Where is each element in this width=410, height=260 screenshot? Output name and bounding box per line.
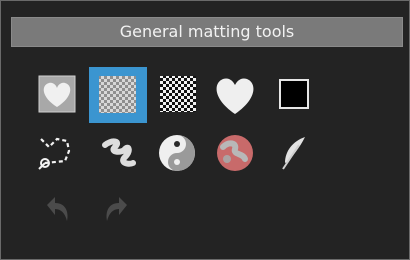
yin-yang-tool-button[interactable] xyxy=(151,129,203,181)
feather-icon xyxy=(282,137,305,170)
undo-icon xyxy=(47,197,68,221)
black-square-icon xyxy=(279,79,309,109)
yin-yang-icon xyxy=(159,135,195,171)
redo-icon xyxy=(106,197,127,221)
heart-on-gray-tool-button[interactable] xyxy=(31,69,83,121)
red-mask-sphere-icon xyxy=(217,135,253,171)
panel-title: General matting tools xyxy=(11,17,403,47)
polygon-lasso-icon xyxy=(38,137,71,170)
checkerboard-tool-button[interactable] xyxy=(151,69,203,121)
smudge-brush-icon xyxy=(102,138,136,167)
black-square-tool-button[interactable] xyxy=(267,69,319,121)
heart-tool-button[interactable] xyxy=(209,69,261,121)
matting-tools-panel: General matting tools xyxy=(0,0,410,260)
red-mask-sphere-tool-button[interactable] xyxy=(209,129,261,181)
redo-button[interactable] xyxy=(91,187,143,239)
transparency-checker-tool-button[interactable] xyxy=(89,67,147,123)
checkerboard-icon xyxy=(160,76,196,112)
heart-on-gray-icon xyxy=(38,75,76,113)
heart-icon xyxy=(216,78,254,114)
feather-tool-button[interactable] xyxy=(269,129,321,181)
transparency-checker-icon xyxy=(99,76,136,113)
polygon-lasso-tool-button[interactable] xyxy=(31,129,83,181)
smudge-brush-tool-button[interactable] xyxy=(91,129,143,181)
undo-button[interactable] xyxy=(31,187,83,239)
